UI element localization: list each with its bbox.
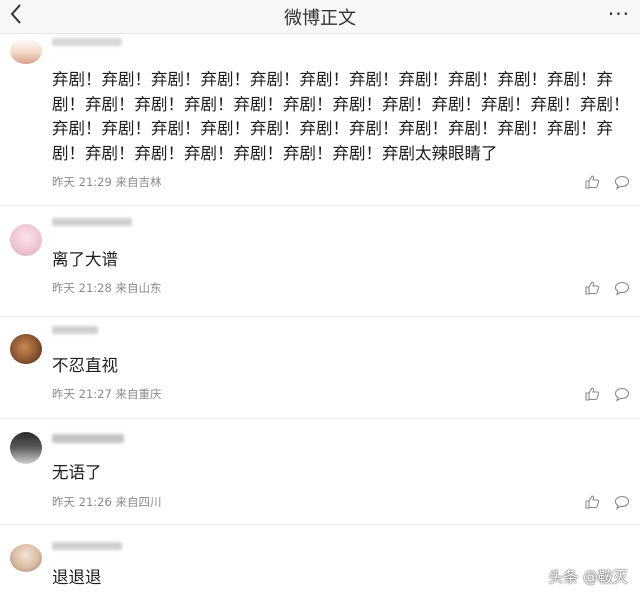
comment-bubble-icon[interactable] <box>614 494 630 510</box>
divider <box>0 418 640 419</box>
comment-bubble-icon[interactable] <box>614 174 630 190</box>
comment-text: 离了大谱 <box>52 250 118 269</box>
avatar[interactable] <box>10 432 42 464</box>
comment-bubble-icon[interactable] <box>614 386 630 402</box>
top-bar: 微博正文 ··· <box>0 0 640 34</box>
page-title: 微博正文 <box>284 8 356 29</box>
more-options-icon[interactable]: ··· <box>608 2 630 26</box>
thumbs-up-icon[interactable] <box>584 280 600 296</box>
divider <box>0 524 640 525</box>
comment-text: 弃剧！弃剧！弃剧！弃剧！弃剧！弃剧！弃剧！弃剧！弃剧！弃剧！弃剧！弃剧！弃剧！弃… <box>52 70 630 163</box>
avatar[interactable] <box>10 224 42 256</box>
comment-meta: 昨天 21:27 来自重庆 <box>52 387 162 401</box>
comment-text: 不忍直视 <box>52 356 118 375</box>
thumbs-up-icon[interactable] <box>584 386 600 402</box>
avatar[interactable] <box>10 544 42 572</box>
comment-username[interactable] <box>52 38 122 46</box>
comment-meta: 昨天 21:29 来自吉林 <box>52 175 162 189</box>
comment-meta: 昨天 21:26 来自四川 <box>52 495 162 509</box>
divider <box>0 205 640 206</box>
thumbs-up-icon[interactable] <box>584 174 600 190</box>
comment-meta: 昨天 21:28 来自山东 <box>52 281 162 295</box>
comment-bubble-icon[interactable] <box>614 280 630 296</box>
comment-username[interactable] <box>52 218 132 226</box>
thumbs-up-icon[interactable] <box>584 494 600 510</box>
comment-username[interactable] <box>52 434 124 443</box>
comment-text: 退退退 <box>52 568 102 587</box>
comment-username[interactable] <box>52 542 122 550</box>
avatar[interactable] <box>10 38 42 64</box>
comment-username[interactable] <box>52 326 98 334</box>
watermark: 头条 @鞍灭 <box>548 568 628 586</box>
divider <box>0 316 640 317</box>
avatar[interactable] <box>10 334 42 364</box>
comment-text: 无语了 <box>52 463 102 482</box>
